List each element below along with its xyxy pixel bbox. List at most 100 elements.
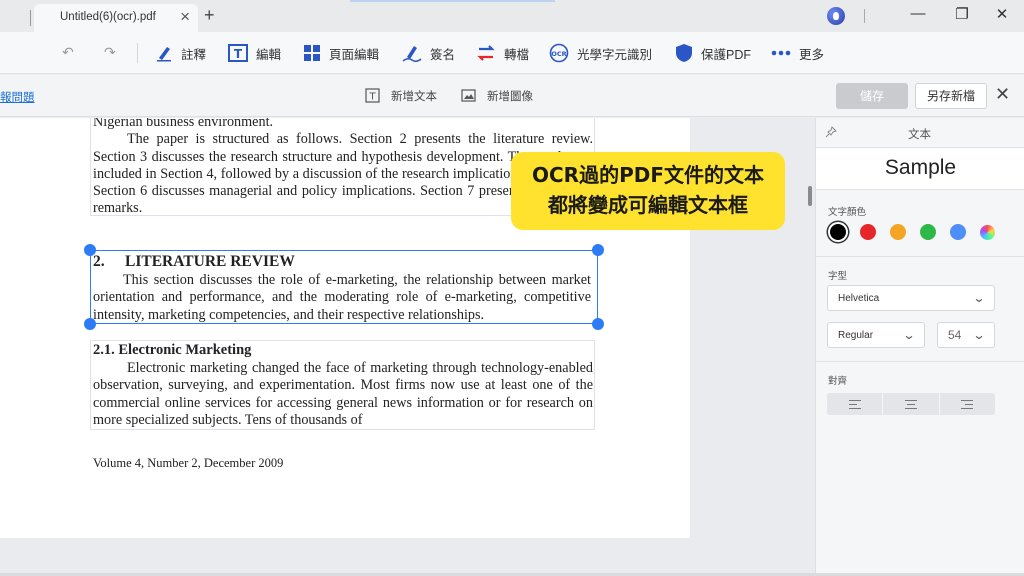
callout-line-1: OCR過的PDF文件的文本	[531, 163, 764, 187]
add-text-button[interactable]: T 新增文本	[365, 88, 437, 104]
signature-icon	[402, 46, 422, 62]
resize-handle-bottom-left[interactable]	[84, 318, 96, 330]
more-label: 更多	[799, 47, 825, 62]
main-toolbar: ↶ ↷ 註釋 T 編輯 頁面編輯 簽名 轉檔 OCR 光學字元識別 保護PDF …	[0, 32, 1024, 74]
electronic-marketing-body: Electronic marketing changed the face of…	[93, 360, 593, 428]
callout-line-2: 都將變成可編輯文本框	[548, 193, 748, 217]
more-button[interactable]: 更多	[771, 43, 824, 63]
align-left-button[interactable]	[827, 393, 884, 415]
chevron-down-icon: ⌄	[972, 291, 986, 305]
add-image-label: 新增圖像	[487, 91, 533, 103]
minimize-icon[interactable]: —	[906, 5, 930, 22]
panel-title: 文本	[908, 129, 931, 141]
more-dots-icon	[771, 50, 791, 56]
page-edit-label: 頁面編輯	[329, 47, 380, 62]
font-size-value: 54	[948, 328, 962, 342]
alignment-label: 對齊	[828, 376, 848, 387]
color-swatch-orange[interactable]	[890, 224, 906, 240]
new-tab-icon[interactable]: +	[204, 5, 215, 26]
tab-separator	[30, 10, 31, 26]
color-swatch-blue[interactable]	[950, 224, 966, 240]
callout-banner: OCR過的PDF文件的文本 都將變成可編輯文本框	[511, 152, 785, 230]
window-close-icon[interactable]: ✕	[990, 5, 1014, 23]
annotate-label: 註釋	[181, 47, 207, 62]
color-swatch-black[interactable]	[830, 224, 846, 240]
add-image-icon	[461, 89, 476, 102]
svg-text:OCR: OCR	[551, 50, 566, 58]
shield-icon	[676, 44, 692, 62]
color-swatch-green[interactable]	[920, 224, 936, 240]
sign-button[interactable]: 簽名	[402, 43, 455, 63]
page-footer[interactable]: Volume 4, Number 2, December 2009	[93, 455, 283, 472]
convert-icon	[477, 45, 495, 61]
electronic-marketing-paragraph[interactable]: Electronic marketing changed the face of…	[93, 360, 593, 429]
edit-button[interactable]: T 編輯	[228, 43, 281, 63]
convert-label: 轉檔	[504, 47, 530, 62]
tab-bar: Untitled(6)(ocr).pdf × + — ❐ ✕	[0, 0, 1024, 32]
convert-button[interactable]: 轉檔	[476, 43, 529, 63]
text-properties-panel: 文本 Sample 文字顏色 字型 Helvetica ⌄ Regular ⌄ …	[815, 118, 1024, 576]
custom-color-picker-icon[interactable]	[980, 225, 995, 240]
font-label: 字型	[828, 271, 848, 282]
save-button[interactable]: 儲存	[836, 83, 908, 109]
ocr-button[interactable]: OCR 光學字元識別	[549, 43, 652, 63]
chevron-down-icon: ⌄	[902, 328, 916, 342]
protect-pdf-label: 保護PDF	[701, 47, 752, 62]
edit-subtoolbar: 報問題 T 新增文本 新增圖像 儲存 另存新檔 ✕	[0, 75, 1024, 117]
resize-handle-top-right[interactable]	[592, 244, 604, 256]
add-text-icon: T	[365, 88, 380, 103]
font-family-select[interactable]: Helvetica ⌄	[827, 285, 995, 311]
svg-text:T: T	[234, 47, 243, 61]
undo-icon[interactable]: ↶	[62, 44, 74, 61]
document-tab[interactable]: Untitled(6)(ocr).pdf ×	[34, 4, 198, 32]
toolbar-divider	[137, 43, 138, 63]
sign-label: 簽名	[430, 47, 456, 62]
account-avatar[interactable]	[827, 7, 845, 25]
restore-icon[interactable]: ❐	[950, 5, 974, 23]
ocr-label: 光學字元識別	[577, 47, 653, 62]
align-center-icon	[904, 399, 917, 409]
page-edit-button[interactable]: 頁面編輯	[303, 43, 379, 63]
font-preview-text: Sample	[884, 156, 957, 179]
panel-divider	[816, 361, 1024, 362]
color-swatch-red[interactable]	[860, 224, 876, 240]
resize-handle-top-left[interactable]	[84, 244, 96, 256]
add-text-label: 新增文本	[391, 91, 437, 103]
resize-handle-bottom-right[interactable]	[592, 318, 604, 330]
svg-text:T: T	[368, 92, 376, 103]
window-top-highlight	[350, 0, 555, 2]
align-right-icon	[961, 399, 974, 409]
grid-icon	[304, 45, 320, 61]
edit-label: 編輯	[256, 47, 282, 62]
titlebar-divider	[864, 9, 865, 23]
align-right-button[interactable]	[940, 393, 995, 415]
report-issue-link[interactable]: 報問題	[0, 89, 35, 105]
vertical-scrollbar[interactable]	[808, 186, 812, 206]
selected-text-box[interactable]	[90, 250, 598, 324]
chevron-down-icon: ⌄	[972, 328, 986, 342]
edit-text-icon: T	[228, 44, 248, 62]
font-style-select[interactable]: Regular ⌄	[827, 322, 925, 348]
close-edit-icon[interactable]: ✕	[995, 84, 1010, 105]
font-family-value: Helvetica	[838, 292, 880, 304]
save-as-button[interactable]: 另存新檔	[915, 83, 987, 109]
panel-divider	[816, 256, 1024, 257]
panel-header: 文本	[816, 118, 1024, 148]
font-preview: Sample	[816, 148, 1024, 190]
annotate-button[interactable]: 註釋	[155, 43, 206, 63]
tab-close-icon[interactable]: ×	[180, 7, 190, 27]
protect-pdf-button[interactable]: 保護PDF	[675, 43, 751, 63]
ocr-icon: OCR	[549, 43, 569, 63]
intro-first-line: Nigerian business environment.	[93, 118, 274, 130]
add-image-button[interactable]: 新增圖像	[461, 88, 533, 104]
redo-icon[interactable]: ↷	[104, 44, 116, 61]
font-style-value: Regular	[838, 329, 874, 341]
pin-icon[interactable]	[825, 126, 837, 141]
font-size-select[interactable]: 54 ⌄	[937, 322, 995, 348]
align-center-button[interactable]	[883, 393, 940, 415]
text-color-label: 文字顏色	[828, 207, 867, 218]
alignment-group	[827, 393, 995, 415]
subsection-heading[interactable]: 2.1. Electronic Marketing	[93, 342, 251, 359]
align-left-icon	[848, 399, 861, 409]
tab-title: Untitled(6)(ocr).pdf	[60, 11, 156, 23]
